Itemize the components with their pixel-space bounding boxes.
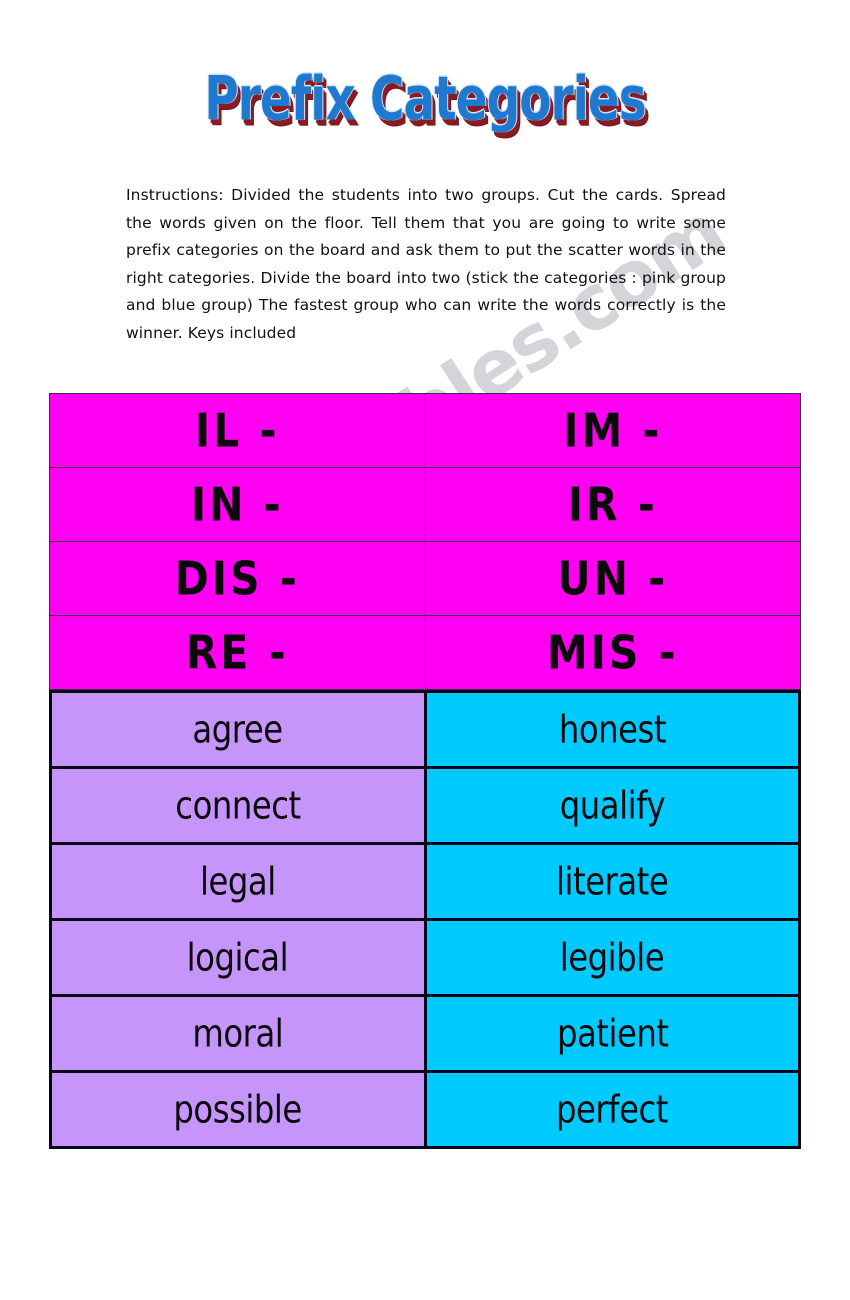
table-row: DIS - UN - [49, 541, 801, 616]
word-card-left[interactable]: connect [49, 766, 427, 845]
word-card-left[interactable]: moral [49, 994, 427, 1073]
word-card-right[interactable]: literate [423, 842, 801, 921]
page-title-container: Prefix Categories [0, 64, 850, 134]
table-row: possible perfect [49, 1070, 801, 1149]
prefix-label: UN - [557, 551, 669, 606]
prefix-cell[interactable]: IM - [424, 393, 801, 468]
table-row: agree honest [49, 690, 801, 769]
word-card-right[interactable]: honest [423, 690, 801, 769]
word-label: literate [556, 859, 669, 904]
prefix-cell[interactable]: IN - [49, 467, 426, 542]
word-label: honest [558, 707, 667, 752]
word-label: moral [192, 1011, 284, 1056]
word-card-right[interactable]: patient [423, 994, 801, 1073]
word-label: patient [556, 1011, 669, 1056]
word-label: connect [175, 783, 301, 828]
prefix-cell[interactable]: RE - [49, 615, 426, 690]
table-row: logical legible [49, 918, 801, 997]
prefix-cell[interactable]: IL - [49, 393, 426, 468]
instructions-text: Instructions: Divided the students into … [126, 186, 726, 342]
word-card-left[interactable]: logical [49, 918, 427, 997]
table-row: connect qualify [49, 766, 801, 845]
word-label: legal [199, 859, 276, 904]
word-label: logical [187, 935, 289, 980]
word-card-left[interactable]: legal [49, 842, 427, 921]
prefix-label: MIS - [546, 625, 679, 680]
prefix-cell[interactable]: IR - [424, 467, 801, 542]
page-title: Prefix Categories [204, 64, 646, 135]
prefix-label: IL - [194, 403, 280, 458]
prefix-label: DIS - [174, 551, 300, 606]
table-row: IL - IM - [49, 393, 801, 468]
word-cards-table: agree honest connect qualify legal liter… [49, 690, 801, 1149]
prefix-label: IR - [567, 477, 658, 532]
prefix-categories-table: IL - IM - IN - IR - DIS - UN - RE - MIS … [49, 393, 801, 690]
prefix-label: RE - [185, 625, 289, 680]
word-card-right[interactable]: qualify [423, 766, 801, 845]
prefix-cell[interactable]: DIS - [49, 541, 426, 616]
word-card-right[interactable]: perfect [423, 1070, 801, 1149]
word-label: agree [192, 707, 284, 752]
table-row: moral patient [49, 994, 801, 1073]
word-label: legible [560, 935, 665, 980]
prefix-cell[interactable]: UN - [424, 541, 801, 616]
table-row: IN - IR - [49, 467, 801, 542]
word-card-left[interactable]: agree [49, 690, 427, 769]
prefix-label: IM - [563, 403, 663, 458]
table-row: RE - MIS - [49, 615, 801, 690]
word-card-right[interactable]: legible [423, 918, 801, 997]
table-row: legal literate [49, 842, 801, 921]
word-label: perfect [556, 1087, 669, 1132]
prefix-cell[interactable]: MIS - [424, 615, 801, 690]
word-card-left[interactable]: possible [49, 1070, 427, 1149]
worksheet-page: ESLprintables.com Prefix Categories Inst… [0, 0, 850, 1300]
word-label: qualify [559, 783, 666, 828]
prefix-label: IN - [190, 477, 284, 532]
word-label: possible [173, 1087, 303, 1132]
